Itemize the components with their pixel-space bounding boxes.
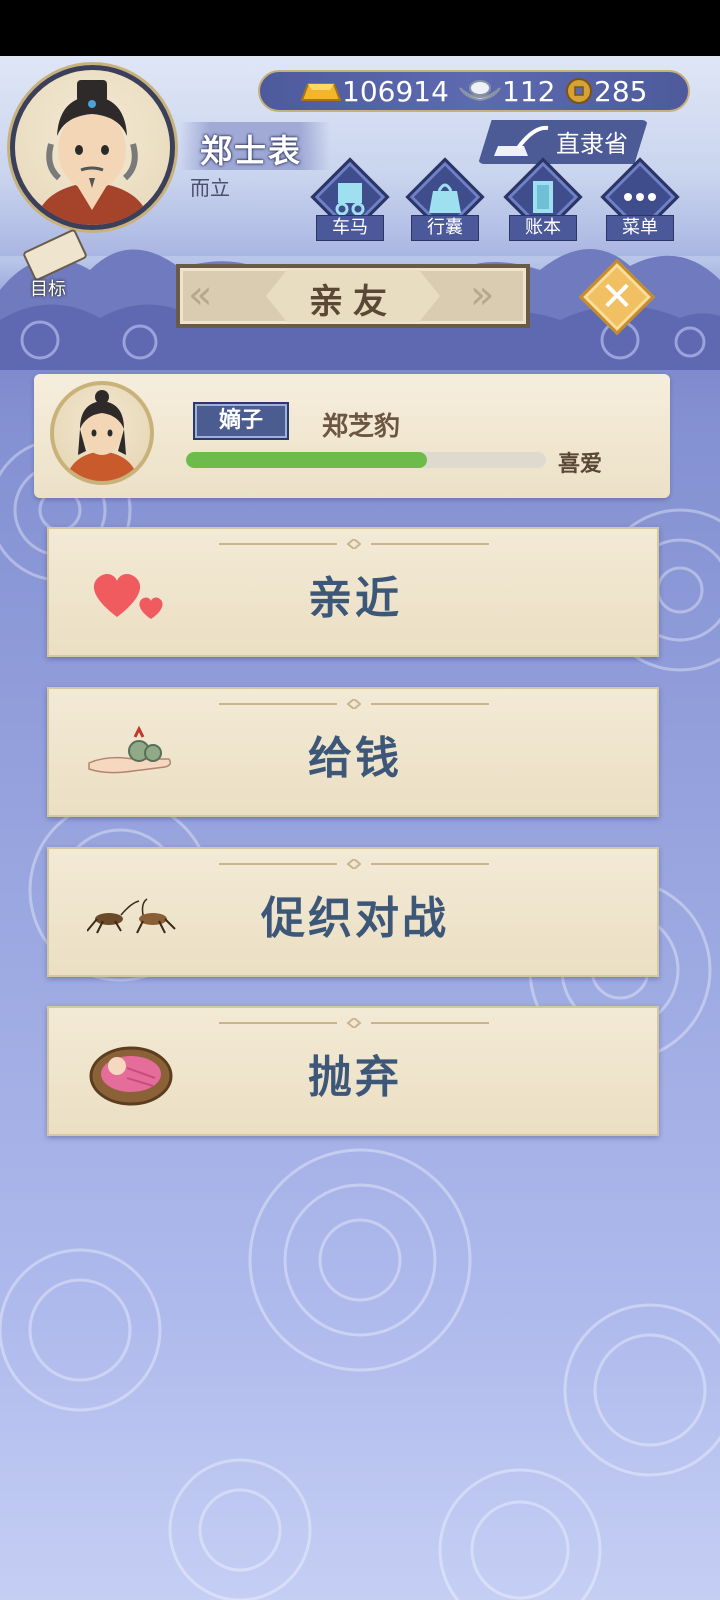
gold-counter: 106914 xyxy=(298,74,449,108)
chevron-left-icon: « xyxy=(188,272,213,318)
menu-carriage-label: 车马 xyxy=(316,215,384,241)
affinity-bar xyxy=(186,452,546,468)
gold-value: 106914 xyxy=(342,74,449,108)
menu-more-label: 菜单 xyxy=(606,215,674,241)
coin-value: 285 xyxy=(594,74,648,108)
action-cricket-fight-button[interactable]: 促织对战 xyxy=(47,847,659,977)
gold-ingot-icon xyxy=(300,83,342,101)
action-abandon-button[interactable]: 抛弃 xyxy=(47,1006,659,1136)
province-name: 直隶省 xyxy=(556,130,628,158)
panel-title: 亲友 xyxy=(309,282,397,322)
child-avatar xyxy=(50,381,154,485)
affinity-bar-fill xyxy=(186,452,428,468)
menu-more-button[interactable]: 菜单 xyxy=(600,157,680,243)
child-portrait-icon xyxy=(66,390,138,481)
silver-counter: 112 xyxy=(458,74,555,108)
status-bar xyxy=(0,0,720,56)
action-give-money-label: 给钱 xyxy=(308,733,402,784)
coin-counter: 285 xyxy=(564,74,647,108)
menu-bag-label: 行囊 xyxy=(411,215,479,241)
player-name: 郑士表 xyxy=(200,132,303,170)
action-abandon-label: 抛弃 xyxy=(308,1052,402,1103)
child-role-badge: 嫡子 xyxy=(193,402,289,440)
action-approach-button[interactable]: 亲近 xyxy=(47,527,659,657)
close-icon[interactable]: ✕ xyxy=(590,270,644,324)
goal-label: 目标 xyxy=(30,279,66,300)
inkstone-brush-icon xyxy=(494,125,549,156)
goal-button[interactable]: 目标 xyxy=(8,228,89,301)
chevron-right-icon: » xyxy=(470,272,495,318)
scroll-icon xyxy=(21,228,89,282)
menu-carriage-button[interactable]: 车马 xyxy=(310,157,390,243)
menu-ledger-button[interactable]: 账本 xyxy=(503,157,583,243)
player-avatar[interactable] xyxy=(10,65,175,230)
action-approach-label: 亲近 xyxy=(308,573,402,624)
silver-ingot-icon xyxy=(459,80,501,102)
player-age-title: 而立 xyxy=(190,176,230,200)
action-cricket-fight-label: 促织对战 xyxy=(261,893,449,944)
silver-value: 112 xyxy=(502,74,556,108)
affinity-label: 喜爱 xyxy=(558,452,603,477)
action-give-money-button[interactable]: 给钱 xyxy=(47,687,659,817)
menu-ledger-label: 账本 xyxy=(509,215,577,241)
child-name: 郑芝豹 xyxy=(322,412,401,442)
menu-bag-button[interactable]: 行囊 xyxy=(405,157,485,243)
copper-coin-icon xyxy=(566,78,592,104)
player-portrait-icon xyxy=(35,80,150,225)
